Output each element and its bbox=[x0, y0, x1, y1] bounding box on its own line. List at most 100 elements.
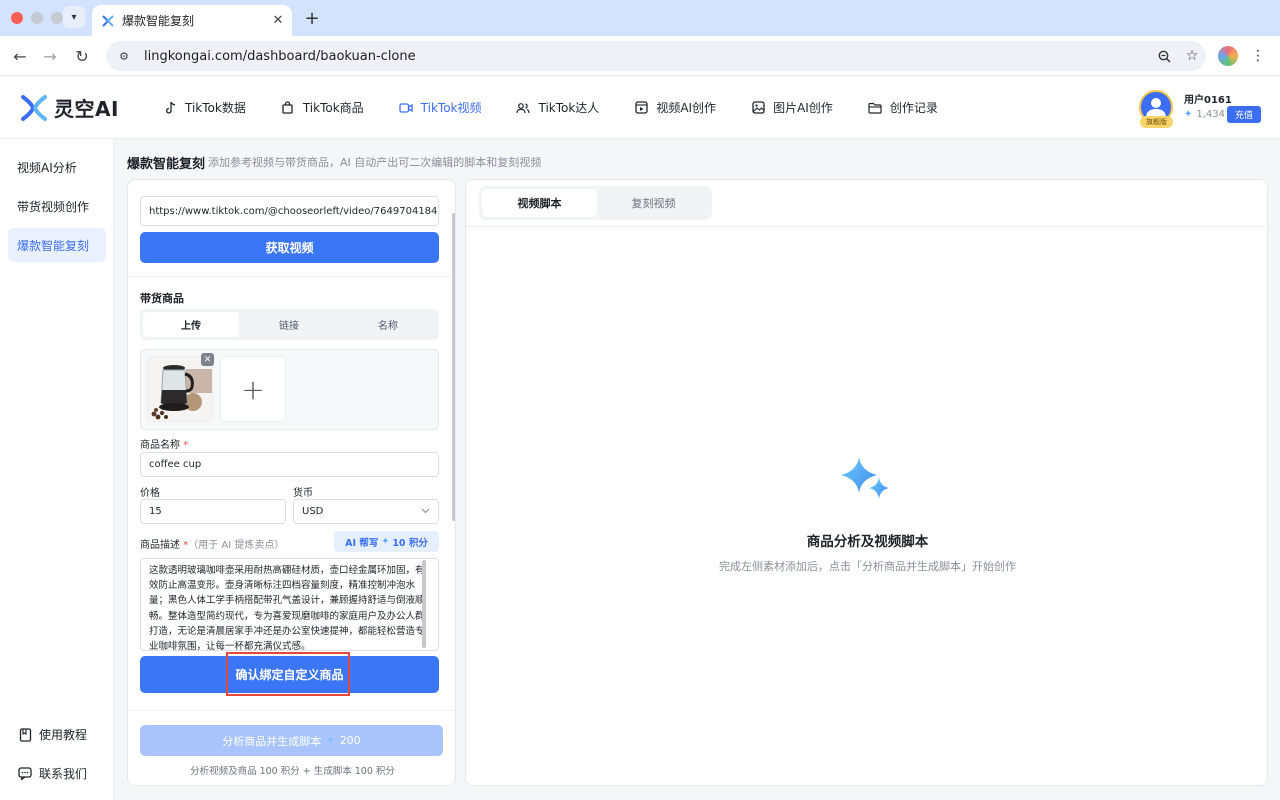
browser-profile-avatar[interactable] bbox=[1218, 46, 1238, 66]
music-note-icon bbox=[163, 101, 177, 115]
recharge-button[interactable]: 充值 bbox=[1227, 106, 1261, 123]
nav-tiktok-creators[interactable]: TikTok达人 bbox=[516, 76, 599, 139]
shopping-bag-icon bbox=[281, 101, 295, 115]
zoom-icon[interactable] bbox=[1150, 44, 1178, 68]
site-settings-icon[interactable]: ⚙ bbox=[116, 48, 132, 64]
product-name-label: 商品名称 * bbox=[140, 436, 188, 451]
video-url-input[interactable]: https://www.tiktok.com/@chooseorleft/vid… bbox=[140, 196, 439, 226]
window-minimize-button[interactable] bbox=[31, 12, 43, 24]
analyze-generate-cost: 200 bbox=[339, 734, 361, 747]
plan-badge: 旗舰版 bbox=[1140, 116, 1173, 128]
address-bar[interactable]: ⚙ lingkongai.com/dashboard/baokuan-clone… bbox=[106, 41, 1206, 71]
nav-label: TikTok达人 bbox=[538, 101, 600, 115]
app-logo[interactable]: 灵空AI bbox=[20, 93, 119, 122]
video-icon bbox=[399, 101, 413, 115]
section-divider bbox=[128, 276, 455, 277]
sidebar-tutorial-label: 使用教程 bbox=[39, 728, 88, 742]
window-maximize-button[interactable] bbox=[51, 12, 63, 24]
chevron-down-icon: ▾ bbox=[71, 11, 77, 23]
product-source-tabs: 上传 链接 名称 bbox=[140, 309, 439, 340]
browser-tab-active[interactable]: 爆款智能复刻 ✕ bbox=[92, 5, 292, 36]
nav-label: TikTok数据 bbox=[185, 101, 246, 115]
image-icon bbox=[751, 101, 765, 115]
product-description-textarea[interactable]: 这款透明玻璃咖啡壶采用耐热高硼硅材质，壶口经金属环加固，有效防止高温变形。壶身清… bbox=[140, 558, 439, 651]
tab-search-button[interactable]: ▾ bbox=[63, 6, 85, 28]
empty-state-title: 商品分析及视频脚本 bbox=[806, 534, 929, 550]
browser-menu-icon[interactable]: ⋮ bbox=[1251, 46, 1265, 66]
sidebar-item-video-creation[interactable]: 带货视频创作 bbox=[8, 189, 106, 223]
product-name-input[interactable]: coffee cup bbox=[140, 452, 439, 477]
highlight-box bbox=[226, 652, 350, 696]
nav-label: 图片AI创作 bbox=[773, 101, 833, 115]
cost-breakdown-note: 分析视频及商品 100 积分 + 生成脚本 100 积分 bbox=[190, 766, 395, 777]
description-label-text: 商品描述 bbox=[140, 540, 180, 551]
empty-state-description: 完成左侧素材添加后，点击「分析商品并生成脚本」开始创作 bbox=[719, 560, 1016, 573]
textarea-scrollbar[interactable] bbox=[422, 560, 426, 648]
nav-label: 视频AI创作 bbox=[656, 101, 717, 115]
sidebar-item-smart-clone[interactable]: 爆款智能复刻 bbox=[8, 228, 106, 262]
product-section-title: 带货商品 bbox=[140, 292, 184, 305]
analyze-generate-label: 分析商品并生成脚本 bbox=[222, 734, 322, 748]
browser-tabstrip: ▾ 爆款智能复刻 ✕ + bbox=[0, 0, 1280, 36]
tab-video-script[interactable]: 视频脚本 bbox=[482, 189, 597, 217]
description-hint: （用于 AI 提炼卖点） bbox=[188, 540, 285, 551]
browser-toolbar: ← → ↻ ⚙ lingkongai.com/dashboard/baokuan… bbox=[0, 36, 1280, 76]
material-panel: https://www.tiktok.com/@chooseorleft/vid… bbox=[127, 179, 456, 786]
app-header: 灵空AI TikTok数据 TikTok商品 TikTok视频 TikTok达人… bbox=[0, 76, 1280, 139]
currency-select[interactable]: USD bbox=[293, 499, 439, 524]
sidebar-contact-link[interactable]: 联系我们 bbox=[18, 765, 87, 782]
material-panel-footer: 分析商品并生成脚本 ✦ 200 分析视频及商品 100 积分 + 生成脚本 10… bbox=[128, 710, 455, 785]
sparkle-icon: ✦ bbox=[381, 536, 390, 547]
new-tab-button[interactable]: + bbox=[301, 7, 323, 29]
required-mark: * bbox=[183, 440, 189, 451]
sparkle-icon bbox=[841, 457, 889, 499]
sidebar-tutorial-link[interactable]: 使用教程 bbox=[18, 726, 87, 743]
nav-tiktok-products[interactable]: TikTok商品 bbox=[281, 76, 364, 139]
output-tabs: 视频脚本 复刻视频 bbox=[479, 186, 712, 220]
tab-title: 爆款智能复刻 bbox=[122, 14, 195, 28]
sparkle-icon: ✦ bbox=[326, 735, 335, 746]
close-icon[interactable]: ✕ bbox=[268, 11, 288, 31]
ai-write-cost: 10 积分 bbox=[392, 537, 428, 549]
analyze-generate-button[interactable]: 分析商品并生成脚本 ✦ 200 bbox=[140, 725, 443, 756]
panel-scrollbar[interactable] bbox=[452, 213, 455, 521]
nav-image-ai[interactable]: 图片AI创作 bbox=[751, 76, 833, 139]
user-points: ✦ 1,434 bbox=[1184, 109, 1225, 120]
url-text[interactable]: lingkongai.com/dashboard/baokuan-clone bbox=[144, 49, 1150, 64]
description-label: 商品描述 *（用于 AI 提炼卖点） bbox=[140, 536, 284, 551]
back-arrow-icon[interactable]: ← bbox=[8, 44, 32, 68]
material-panel-scroll[interactable]: https://www.tiktok.com/@chooseorleft/vid… bbox=[128, 180, 455, 710]
ai-write-button[interactable]: AI 帮写 ✦ 10 积分 bbox=[334, 531, 439, 552]
nav-video-ai[interactable]: 视频AI创作 bbox=[634, 76, 716, 139]
top-navigation: TikTok数据 TikTok商品 TikTok视频 TikTok达人 视频AI… bbox=[163, 76, 973, 139]
sidebar: 视频AI分析 带货视频创作 爆款智能复刻 使用教程 联系我们 bbox=[0, 139, 114, 800]
product-image-upload: ✕ + bbox=[140, 349, 439, 430]
bookmark-star-icon[interactable]: ☆ bbox=[1178, 44, 1206, 68]
tab-name[interactable]: 名称 bbox=[340, 312, 436, 337]
currency-label: 货币 bbox=[293, 488, 313, 499]
output-panel-header: 视频脚本 复刻视频 bbox=[466, 180, 1267, 227]
points-sparkle-icon: ✦ bbox=[1184, 109, 1193, 120]
points-value: 1,434 bbox=[1196, 109, 1226, 120]
film-icon bbox=[634, 101, 648, 115]
users-icon bbox=[516, 101, 531, 115]
reload-icon[interactable]: ↻ bbox=[70, 44, 94, 68]
tab-upload[interactable]: 上传 bbox=[143, 312, 239, 337]
nav-label: 创作记录 bbox=[889, 101, 938, 115]
nav-history[interactable]: 创作记录 bbox=[868, 76, 938, 139]
app-favicon-icon bbox=[102, 14, 114, 27]
add-image-button[interactable]: + bbox=[220, 356, 286, 422]
fetch-video-button[interactable]: 获取视频 bbox=[140, 232, 439, 263]
forward-arrow-icon[interactable]: → bbox=[38, 44, 62, 68]
nav-tiktok-video[interactable]: TikTok视频 bbox=[399, 76, 481, 139]
tab-link[interactable]: 链接 bbox=[241, 312, 337, 337]
nav-tiktok-data[interactable]: TikTok数据 bbox=[163, 76, 246, 139]
sidebar-item-video-analysis[interactable]: 视频AI分析 bbox=[8, 150, 106, 184]
window-close-button[interactable] bbox=[11, 12, 23, 24]
sidebar-contact-label: 联系我们 bbox=[39, 767, 88, 781]
tab-clone-video[interactable]: 复刻视频 bbox=[596, 189, 711, 217]
remove-image-icon[interactable]: ✕ bbox=[201, 353, 214, 366]
chevron-down-icon bbox=[421, 507, 430, 517]
price-input[interactable]: 15 bbox=[140, 499, 286, 524]
page-subtitle: 添加参考视频与带货商品，AI 自动产出可二次编辑的脚本和复刻视频 bbox=[208, 156, 542, 169]
